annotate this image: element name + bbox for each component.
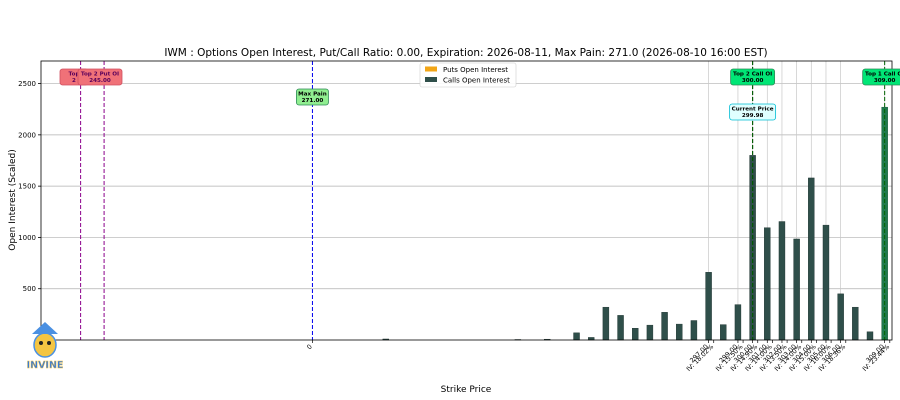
price-annotation: Current Price299.98 <box>729 103 777 121</box>
call-annotation-text: Top 1 Call OI <box>865 72 900 78</box>
call-annotation: Top 2 Call OI300.00 <box>730 68 776 86</box>
put-annotation: Top 2 Put OI245.00 <box>77 68 123 86</box>
put-annotation-text: 2 <box>72 78 76 84</box>
call-oi-bar <box>764 227 771 341</box>
x-tick-label: 0 <box>305 343 314 352</box>
call-oi-bar <box>852 306 859 341</box>
call-oi-bar <box>793 238 800 341</box>
call-oi-bar <box>632 328 639 341</box>
maxpain-annotation-text: Max Pain <box>298 92 327 98</box>
call-oi-bar <box>617 315 624 341</box>
call-annotation-text: 300.00 <box>742 78 764 84</box>
call-oi-bar <box>602 306 610 341</box>
y-tick-label: 500 <box>23 285 36 293</box>
call-oi-bar <box>661 312 668 341</box>
y-tick-label: 1500 <box>18 183 36 191</box>
legend: Puts Open Interest Calls Open Interest <box>419 62 517 88</box>
y-tick-label: 2000 <box>18 131 36 139</box>
chart-title: IWM : Options Open Interest, Put/Call Ra… <box>164 47 767 59</box>
maxpain-annotation-text: 271.00 <box>302 98 324 104</box>
options-open-interest-chart: IWM : Options Open Interest, Put/Call Ra… <box>8 47 900 395</box>
x-ticks-layer: 0 297.00IV: 18.02% 299.00IV: 15.50%300.00I… <box>305 340 891 373</box>
call-oi-bar <box>676 323 683 341</box>
call-annotation-text: 309.00 <box>874 78 896 84</box>
annotation-lines-layer <box>80 61 886 340</box>
y-tick-label: 2500 <box>18 80 36 88</box>
call-annotation: Top 1 Call OI309.00 <box>862 68 900 86</box>
logo-text: INVINE <box>27 360 64 371</box>
logo-mascot-head <box>33 332 57 358</box>
call-oi-bar <box>808 177 815 341</box>
put-annotation-text: 245.00 <box>89 78 111 84</box>
legend-label-puts: Puts Open Interest <box>443 66 508 74</box>
call-oi-bar <box>734 304 742 341</box>
legend-swatch-calls <box>425 77 437 82</box>
y-tick-label: 1000 <box>18 234 36 242</box>
legend-label-calls: Calls Open Interest <box>443 77 510 85</box>
call-oi-bar <box>720 324 727 341</box>
logo-mascot-eye-left <box>39 341 43 345</box>
call-oi-bar <box>822 224 830 341</box>
bars-layer <box>382 106 888 341</box>
logo-mascot-eye-right <box>47 341 51 345</box>
y-ticks-layer: 500 1000 1500 2000 2500 <box>18 80 41 293</box>
call-oi-bar <box>705 272 712 341</box>
legend-swatch-puts <box>425 66 437 72</box>
x-axis-label: Strike Price <box>441 385 492 395</box>
maxpain-annotation: Max Pain271.00 <box>296 88 329 106</box>
price-annotation-text: 299.98 <box>742 113 764 119</box>
call-annotation-text: Top 2 Call OI <box>733 72 772 78</box>
y-axis-label: Open Interest (Scaled) <box>8 149 18 250</box>
call-oi-bar <box>573 332 580 341</box>
call-oi-bar <box>837 293 844 341</box>
logo-mascot-hat <box>32 322 58 334</box>
put-annotation-text: Top 2 Put OI <box>81 72 119 78</box>
call-oi-bar <box>646 324 654 341</box>
call-oi-bar <box>778 221 786 341</box>
call-oi-bar <box>866 331 874 341</box>
call-oi-bar <box>690 320 698 341</box>
price-annotation-text: Current Price <box>732 107 774 113</box>
invine-logo: INVINE <box>26 322 64 371</box>
